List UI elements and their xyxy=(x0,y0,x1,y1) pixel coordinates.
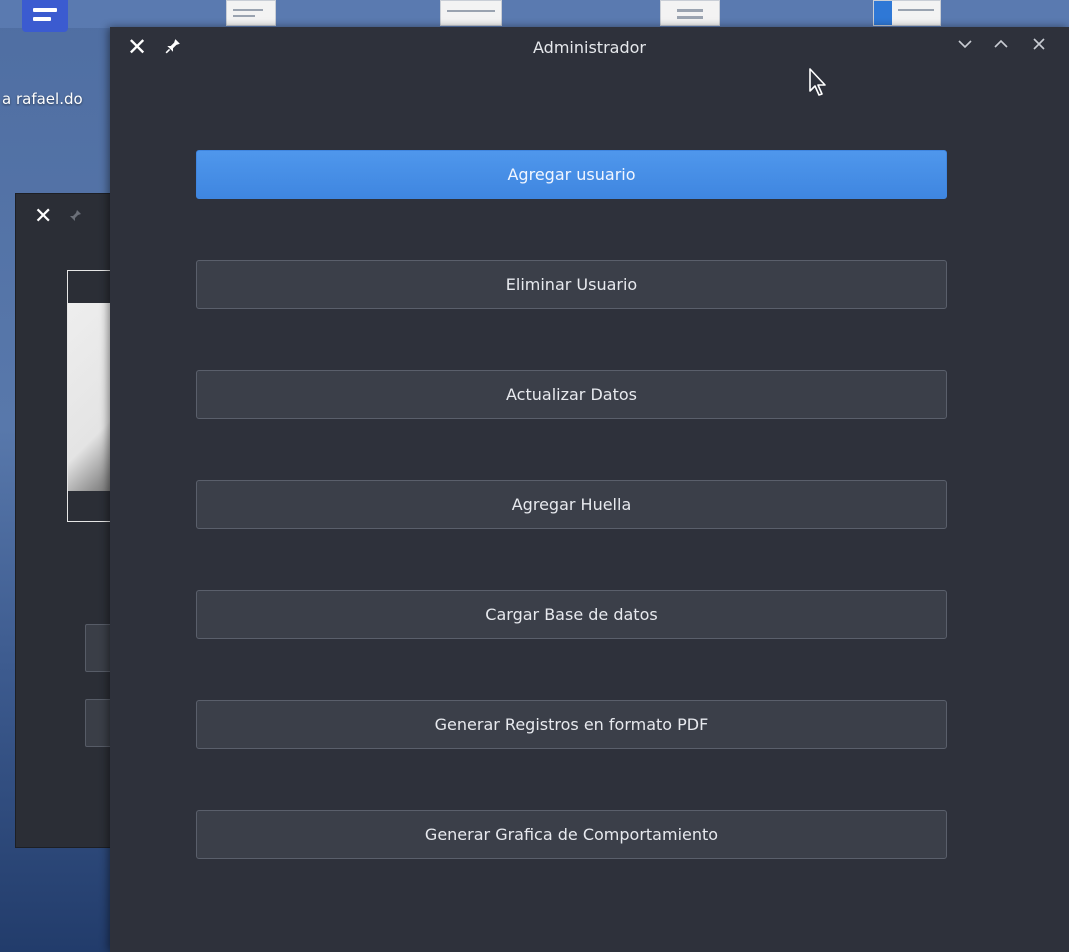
desktop-top-strip xyxy=(0,0,1069,32)
window-titlebar[interactable]: ✕ Administrador xyxy=(110,27,1069,71)
generar-registros-pdf-button[interactable]: Generar Registros en formato PDF xyxy=(196,700,947,749)
cargar-base-de-datos-button[interactable]: Cargar Base de datos xyxy=(196,590,947,639)
close-icon[interactable]: ✕ xyxy=(34,206,52,228)
eliminar-usuario-button[interactable]: Eliminar Usuario xyxy=(196,260,947,309)
agregar-usuario-button[interactable]: Agregar usuario xyxy=(196,150,947,199)
close-icon[interactable] xyxy=(1028,36,1050,58)
window-title: Administrador xyxy=(533,38,646,57)
window-thumbnail[interactable] xyxy=(873,0,941,26)
chevron-up-icon[interactable] xyxy=(990,36,1012,58)
app-launcher-button[interactable] xyxy=(22,0,68,32)
window-thumbnail[interactable] xyxy=(226,0,276,26)
desktop-icon-label[interactable]: a rafael.do xyxy=(2,90,83,108)
window-thumbnail[interactable] xyxy=(440,0,502,26)
window-thumbnail[interactable] xyxy=(660,0,720,26)
agregar-huella-button[interactable]: Agregar Huella xyxy=(196,480,947,529)
chevron-down-icon[interactable] xyxy=(954,36,976,58)
mouse-cursor-icon xyxy=(808,67,830,99)
generar-grafica-comportamiento-button[interactable]: Generar Grafica de Comportamiento xyxy=(196,810,947,859)
actualizar-datos-button[interactable]: Actualizar Datos xyxy=(196,370,947,419)
pin-icon[interactable] xyxy=(68,209,82,226)
admin-window: ✕ Administrador Agregar usuario Eliminar… xyxy=(110,27,1069,952)
